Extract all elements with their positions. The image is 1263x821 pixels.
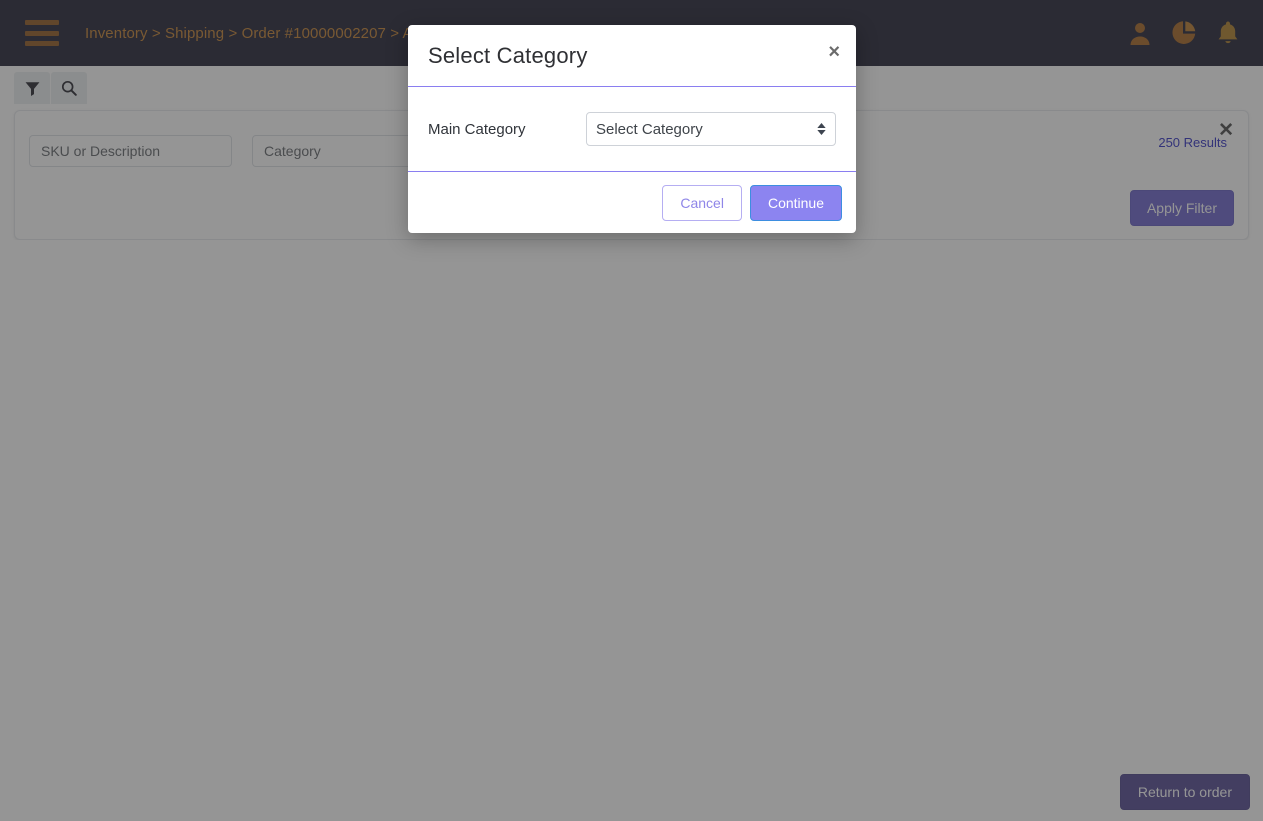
modal-close-icon[interactable]: × <box>828 42 840 62</box>
continue-button[interactable]: Continue <box>749 184 842 221</box>
main-category-label: Main Category <box>428 120 526 138</box>
modal-header: Select Category × <box>408 25 856 87</box>
modal-title: Select Category <box>428 42 588 68</box>
modal-body: Main Category Select Category <box>408 87 856 172</box>
modal-footer: Cancel Continue <box>408 172 856 233</box>
cancel-button[interactable]: Cancel <box>662 184 742 221</box>
main-category-select-wrap: Select Category <box>586 112 836 146</box>
main-category-select[interactable]: Select Category <box>586 112 836 146</box>
select-category-modal: Select Category × Main Category Select C… <box>408 25 856 233</box>
